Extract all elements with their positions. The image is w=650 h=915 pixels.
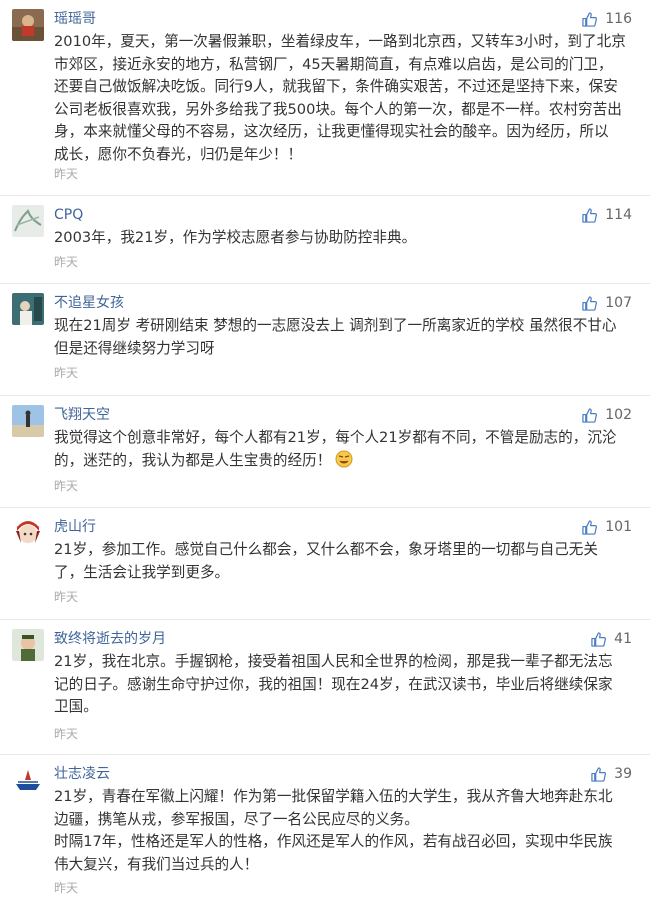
comment-item: 不追星女孩 107 现在21周岁 考研刚结束 梦想的一志愿没去上 调剂到了一所离… [0,284,650,396]
user-avatar[interactable] [12,517,44,549]
comment-line: 21岁，参加工作。感觉自己什么都会，又什么都不会，象牙塔里的一切都与自己无关 [54,541,598,558]
comment-line: 身，本来就懂父母的不容易，这次经历，让我更懂得现实社会的酸辛。因为经历，所以 [54,123,609,141]
smile-emoji-icon [335,450,353,468]
comment-item: 致终将逝去的岁月 41 21岁，我在北京。手握钢枪，接受着祖国人民和全世界的检阅… [0,620,650,755]
comment-time: 昨天 [54,255,79,269]
comment-text: 2010年，夏天，第一次暑假兼职，坐着绿皮车，一路到北京西，又转车3小时，到了北… [54,31,636,167]
comment-line: 边疆，携笔从戎，参军报国，尽了一名公民应尽的义务。 [54,810,419,828]
thumbs-up-icon [582,295,598,311]
comment-line: 卫国。 [54,698,98,716]
comment-time: 昨天 [54,881,79,895]
comment-item: 瑶瑶哥 116 2010年，夏天，第一次暑假兼职，坐着绿皮车，一路到北京西，又转… [0,0,650,196]
comment-text: 2003年，我21岁，作为学校志愿者参与协助防控非典。 [54,227,636,250]
user-avatar[interactable] [12,405,44,437]
comment-text: 21岁，我在北京。手握钢枪，接受着祖国人民和全世界的检阅，那是我一辈子都无法忘 … [54,651,636,719]
thumbs-up-icon [591,766,607,782]
comment-line: 21岁，青春在军徽上闪耀！作为第一批保留学籍入伍的大学生，我从齐鲁大地奔赴东北 [54,788,613,805]
user-name[interactable]: 致终将逝去的岁月 [54,630,166,648]
comment-time: 昨天 [54,167,79,181]
comment-time: 昨天 [54,366,79,380]
comment-time: 昨天 [54,590,79,604]
comment-text: 我觉得这个创意非常好，每个人都有21岁，每个人21岁都有不同，不管是励志的，沉沦… [54,427,636,472]
comment-line-text: 的，迷茫的，我认为都是人生宝贵的经历！ [54,451,332,469]
like-button[interactable]: 116 [582,10,632,28]
like-count: 116 [605,11,632,27]
comment-line: 但是还得继续努力学习呀 [54,339,215,357]
like-count: 39 [614,766,632,782]
like-count: 101 [605,519,632,535]
user-name[interactable]: 不追星女孩 [54,294,124,312]
comment-line: 现在21周岁 考研刚结束 梦想的一志愿没去上 调剂到了一所离家近的学校 虽然很不… [54,317,617,334]
comment-line: 2010年，夏天，第一次暑假兼职，坐着绿皮车，一路到北京西，又转车3小时，到了北… [54,33,626,50]
comment-text: 21岁，参加工作。感觉自己什么都会，又什么都不会，象牙塔里的一切都与自己无关 了… [54,539,636,584]
comment-line: 21岁，我在北京。手握钢枪，接受着祖国人民和全世界的检阅，那是我一辈子都无法忘 [54,653,613,670]
like-button[interactable]: 39 [591,765,632,783]
comment-text: 21岁，青春在军徽上闪耀！作为第一批保留学籍入伍的大学生，我从齐鲁大地奔赴东北 … [54,786,636,876]
thumbs-up-icon [582,407,598,423]
user-avatar[interactable] [12,293,44,325]
like-button[interactable]: 102 [582,406,632,424]
user-avatar[interactable] [12,629,44,661]
comment-line: 了，生活会让我学到更多。 [54,563,230,581]
user-name[interactable]: 壮志凌云 [54,765,110,783]
comment-line: 我觉得这个创意非常好，每个人都有21岁，每个人21岁都有不同，不管是励志的，沉沦 [54,429,617,446]
comment-item: 壮志凌云 39 21岁，青春在军徽上闪耀！作为第一批保留学籍入伍的大学生，我从齐… [0,755,650,915]
thumbs-up-icon [582,519,598,535]
user-name[interactable]: 瑶瑶哥 [54,10,96,28]
comment-line: 还要自己做饭解决吃饭。同行9人，就我留下，条件确实艰苦，不过还是坚持下来，保安 [54,78,618,96]
comment-item: 虎山行 101 21岁，参加工作。感觉自己什么都会，又什么都不会，象牙塔里的一切… [0,508,650,620]
comment-line: 市郊区，接近永安的地方，私营钢厂，45天暑期简直，有点难以启齿，是公司的门卫， [54,55,613,73]
like-button[interactable]: 107 [582,294,632,312]
thumbs-up-icon [591,631,607,647]
comment-time: 昨天 [54,727,79,741]
comment-item: 飞翔天空 102 我觉得这个创意非常好，每个人都有21岁，每个人21岁都有不同，… [0,396,650,508]
user-name[interactable]: CPQ [54,206,83,224]
comment-line: 公司老板很喜欢我，另外多给我了我500块。每个人的第一次，都是不一样。农村穷苦出 [54,100,622,118]
like-count: 114 [605,207,632,223]
comment-list: 瑶瑶哥 116 2010年，夏天，第一次暑假兼职，坐着绿皮车，一路到北京西，又转… [0,0,650,915]
like-button[interactable]: 101 [582,518,632,536]
user-avatar[interactable] [12,205,44,237]
comment-text: 现在21周岁 考研刚结束 梦想的一志愿没去上 调剂到了一所离家近的学校 虽然很不… [54,315,636,360]
comment-line: 伟大复兴，有我们当过兵的人！ [54,855,259,873]
comment-line: 2003年，我21岁，作为学校志愿者参与协助防控非典。 [54,229,417,246]
user-name[interactable]: 飞翔天空 [54,406,110,424]
comment-line: 记的日子。感谢生命守护过你，我的祖国！现在24岁，在武汉读书，毕业后将继续保家 [54,675,613,693]
like-button[interactable]: 114 [582,206,632,224]
user-avatar[interactable] [12,9,44,41]
comment-time: 昨天 [54,479,79,493]
user-name[interactable]: 虎山行 [54,518,96,536]
user-avatar[interactable] [12,764,44,796]
comment-line: 时隔17年，性格还是军人的性格，作风还是军人的作风，若有战召必回，实现中华民族 [54,833,613,851]
thumbs-up-icon [582,11,598,27]
comment-line: 成长，愿你不负春光，归仍是年少！！ [54,145,303,163]
like-count: 41 [614,631,632,647]
thumbs-up-icon [582,207,598,223]
comment-item: CPQ 114 2003年，我21岁，作为学校志愿者参与协助防控非典。 昨天 [0,196,650,284]
like-count: 102 [605,407,632,423]
comment-line: 的，迷茫的，我认为都是人生宝贵的经历！ [54,450,636,473]
like-button[interactable]: 41 [591,630,632,648]
like-count: 107 [605,295,632,311]
